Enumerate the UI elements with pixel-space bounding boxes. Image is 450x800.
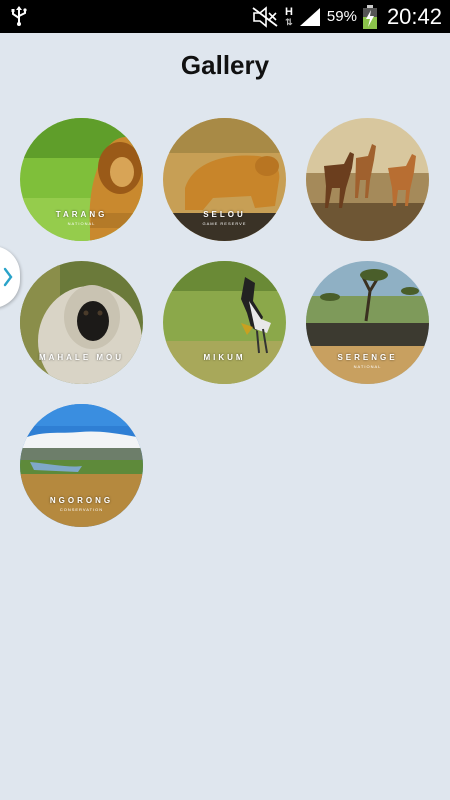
gallery-caption: TARANG [55, 210, 108, 219]
usb-icon [11, 6, 27, 26]
gallery-item[interactable]: TARANG NATIONAL [20, 118, 143, 241]
gallery-item[interactable] [306, 118, 429, 241]
gallery-caption: SELOU [203, 210, 246, 219]
gallery-subcaption: CONSERVATION [59, 507, 104, 512]
gallery-grid: TARANG NATIONAL SELOU GAME RESERVE MAHAL… [20, 118, 440, 527]
gallery-item[interactable]: MAHALE MOU [20, 261, 143, 384]
monkey-image [20, 261, 143, 384]
mute-icon [252, 5, 278, 28]
gallery-item[interactable]: MIKUM [163, 261, 286, 384]
gallery-subcaption: NATIONAL [353, 364, 382, 369]
signal-icon [299, 7, 320, 26]
data-arrows-icon: ⇅ [285, 16, 293, 27]
page-title: Gallery [180, 50, 270, 80]
gallery-subcaption: GAME RESERVE [202, 221, 247, 226]
impala-image [306, 118, 429, 241]
gallery-caption: NGORONG [49, 496, 114, 505]
status-bar: H ⇅ 59% 20:42 [0, 0, 450, 33]
clock: 20:42 [386, 3, 442, 29]
crane-image [163, 261, 286, 384]
network-label: H [284, 5, 293, 18]
gallery-item[interactable]: SELOU GAME RESERVE [163, 118, 286, 241]
chevron-right-icon [3, 267, 13, 287]
gallery-subcaption: NATIONAL [67, 221, 96, 226]
gallery-caption: SERENGE [337, 353, 398, 362]
gallery-item[interactable]: SERENGE NATIONAL [306, 261, 429, 384]
battery-charging-icon [362, 4, 377, 29]
drawer-toggle-button[interactable] [0, 246, 20, 308]
gallery-caption: MAHALE MOU [38, 353, 125, 362]
battery-percent: 59% [326, 8, 357, 25]
gallery-caption: MIKUM [203, 353, 246, 362]
network-type: H ⇅ [284, 5, 293, 27]
gallery-item[interactable]: NGORONG CONSERVATION [20, 404, 143, 527]
